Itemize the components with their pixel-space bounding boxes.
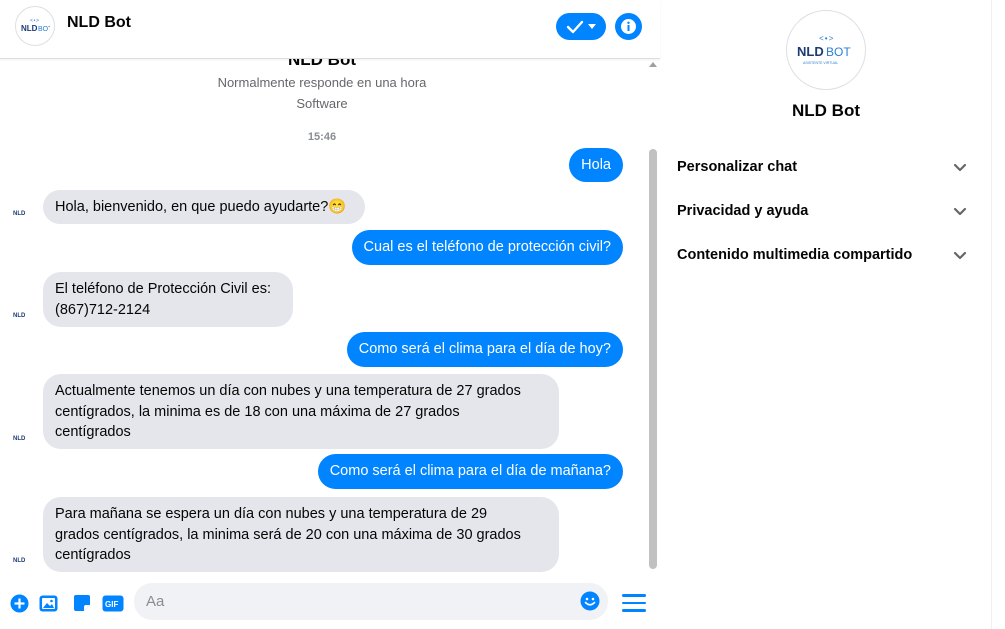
svg-text:<•>: <•> bbox=[819, 35, 834, 44]
page-category: Software bbox=[296, 96, 348, 111]
bot-avatar: NLD bbox=[10, 426, 32, 448]
chevron-down-icon bbox=[953, 207, 967, 215]
svg-text:NLD: NLD bbox=[13, 211, 26, 217]
message-line: (867)712-2124 bbox=[55, 301, 151, 318]
svg-text:BOT: BOT bbox=[826, 45, 851, 59]
check-icon bbox=[566, 20, 584, 33]
chevron-down-icon bbox=[953, 251, 967, 259]
message-incoming[interactable]: Para mañana se espera un día con nubes y… bbox=[43, 497, 559, 572]
svg-text:NLD: NLD bbox=[13, 436, 26, 442]
section-label: Contenido multimedia compartido bbox=[677, 247, 913, 263]
message-line: grados centígrados, la minima será de 20… bbox=[55, 526, 521, 543]
svg-text:BOT: BOT bbox=[38, 26, 50, 33]
info-button[interactable] bbox=[615, 13, 642, 40]
message-outgoing[interactable]: Como será el clima para el día de mañana… bbox=[317, 454, 623, 489]
info-icon bbox=[621, 19, 636, 34]
chevron-down-icon bbox=[953, 163, 967, 171]
nldbot-logo-icon: <•> NLD BOT bbox=[21, 18, 50, 33]
message-list[interactable]: NLD Bot Normalmente responde en una hora… bbox=[0, 40, 644, 574]
panel-scroll-gutter bbox=[991, 0, 1005, 629]
scroll-up-arrow-icon[interactable] bbox=[649, 62, 657, 67]
message-line: Para mañana se espera un día con nubes y… bbox=[55, 506, 488, 522]
bot-avatar: NLD bbox=[10, 548, 32, 570]
menu-icon[interactable] bbox=[622, 593, 646, 613]
svg-text:NLD: NLD bbox=[13, 558, 26, 564]
message-outgoing[interactable]: Cual es el teléfono de protección civil? bbox=[351, 230, 623, 265]
sticker-button[interactable] bbox=[72, 593, 92, 613]
emoji-icon[interactable] bbox=[580, 591, 600, 611]
chevron-down-icon bbox=[588, 23, 596, 29]
photo-icon bbox=[39, 595, 57, 611]
section-privacidad-ayuda[interactable]: Privacidad y ayuda bbox=[677, 199, 967, 223]
section-personalizar-chat[interactable]: Personalizar chat bbox=[677, 155, 967, 179]
chat-title[interactable]: NLD Bot bbox=[67, 14, 131, 32]
section-label: Privacidad y ayuda bbox=[677, 203, 809, 219]
composer: GIF bbox=[0, 574, 660, 629]
section-label: Personalizar chat bbox=[677, 159, 798, 175]
section-contenido-multimedia[interactable]: Contenido multimedia compartido bbox=[677, 243, 967, 267]
message-line: Actualmente tenemos un día con nubes y u… bbox=[55, 383, 521, 399]
response-time: Normalmente responde en una hora bbox=[217, 75, 427, 90]
message-line: centígrados, la minima es de 18 con una … bbox=[55, 403, 460, 420]
message-input-box[interactable] bbox=[134, 583, 608, 620]
message-line: El teléfono de Protección Civil es: bbox=[55, 281, 271, 297]
chat-scrollbar[interactable] bbox=[645, 59, 660, 574]
more-actions-button[interactable] bbox=[9, 593, 29, 613]
message-incoming[interactable]: El teléfono de Protección Civil es: (867… bbox=[43, 272, 293, 327]
chat-header: <•> NLD BOT NLD Bot bbox=[0, 0, 660, 59]
nldbot-logo-icon: <•> NLD BOT ASISTENTE VIRTUAL bbox=[797, 35, 851, 65]
sticker-icon bbox=[74, 595, 90, 611]
logo-tagline: ASISTENTE VIRTUAL bbox=[803, 61, 838, 65]
bot-profile-avatar[interactable]: <•> NLD BOT ASISTENTE VIRTUAL bbox=[786, 10, 866, 90]
message-incoming[interactable]: Actualmente tenemos un día con nubes y u… bbox=[43, 374, 559, 449]
message-incoming[interactable]: Hola, bienvenido, en que puedo ayudarte?… bbox=[43, 190, 365, 224]
mark-read-button[interactable] bbox=[556, 13, 606, 40]
info-panel: <•> NLD BOT ASISTENTE VIRTUAL NLD Bot Pe… bbox=[661, 0, 991, 629]
chat-column: NLD Bot Normalmente responde en una hora… bbox=[0, 0, 660, 629]
message-input[interactable] bbox=[146, 583, 576, 620]
message-outgoing[interactable]: Hola bbox=[569, 148, 623, 182]
svg-text:NLD: NLD bbox=[13, 313, 26, 319]
message-outgoing[interactable]: Como será el clima para el día de hoy? bbox=[346, 332, 623, 367]
message-line: centígrados bbox=[55, 424, 131, 440]
bot-avatar[interactable]: <•> NLD BOT bbox=[15, 6, 55, 46]
svg-text:NLD: NLD bbox=[21, 24, 38, 33]
bot-avatar: NLD bbox=[10, 303, 32, 325]
gif-label: GIF bbox=[105, 600, 118, 609]
message-line: centígrados bbox=[55, 547, 131, 563]
messenger-app: NLD Bot Normalmente responde en una hora… bbox=[0, 0, 1005, 629]
bot-avatar: NLD bbox=[10, 201, 32, 223]
svg-text:NLD: NLD bbox=[797, 44, 824, 59]
profile-name: NLD Bot bbox=[792, 101, 860, 120]
scroll-thumb[interactable] bbox=[649, 149, 657, 569]
gif-icon: GIF bbox=[102, 595, 124, 611]
attach-photo-button[interactable] bbox=[38, 593, 58, 613]
message-timestamp: 15:46 bbox=[307, 131, 337, 143]
plus-circle-icon bbox=[10, 594, 28, 612]
gif-button[interactable]: GIF bbox=[102, 593, 124, 613]
